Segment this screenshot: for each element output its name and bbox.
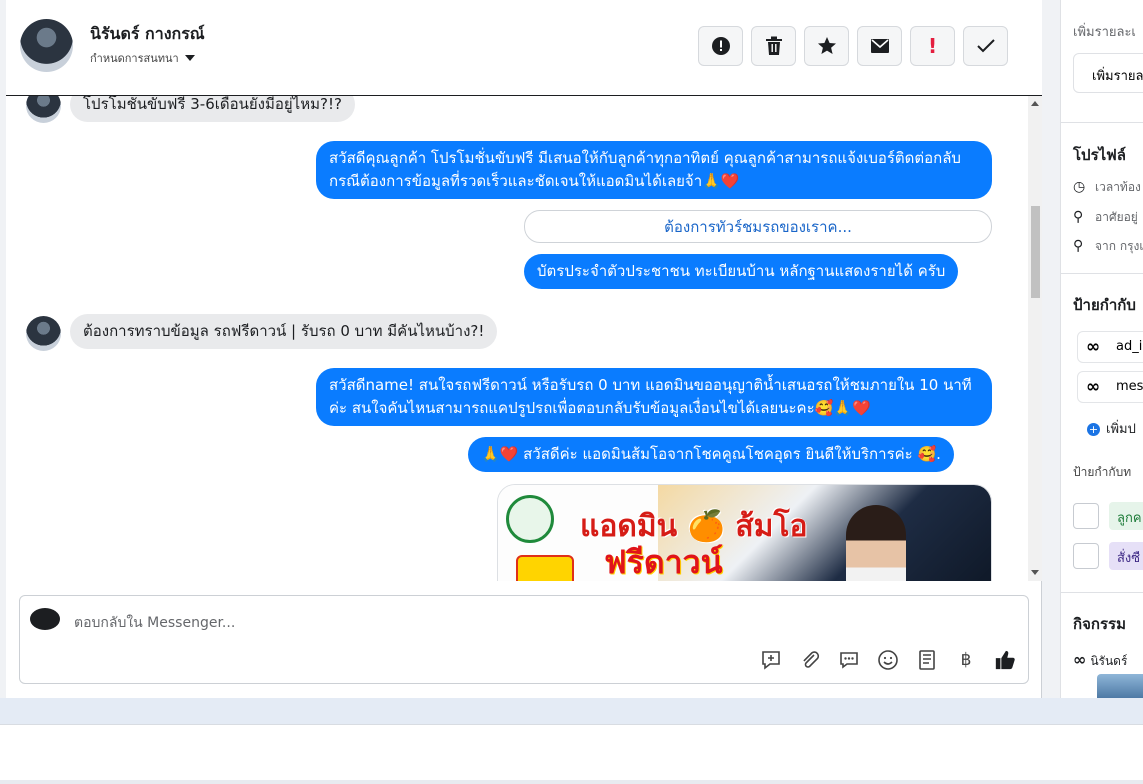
important-icon: !: [927, 34, 938, 58]
local-time-text: เวลาท้อง: [1095, 180, 1141, 194]
divider: [1061, 592, 1143, 593]
delete-button[interactable]: [751, 26, 796, 66]
conversation-header: นิรันดร์ กางกรณ์ กำหนดการสนทนา !: [6, 0, 1042, 96]
from-text: จาก กรุงเ: [1095, 239, 1143, 253]
label-text: ad_i: [1116, 339, 1143, 354]
lives-in-row: ⚲ อาศัยอยู่: [1073, 208, 1138, 227]
from-row: ⚲ จาก กรุงเ: [1073, 237, 1143, 256]
tag-checkbox[interactable]: [1073, 543, 1099, 569]
done-button[interactable]: [963, 26, 1008, 66]
labels-subtitle: ป้ายกำกับท: [1073, 465, 1132, 479]
mail-icon: [870, 39, 889, 53]
activity-row: ∞ นิรันดร์: [1073, 650, 1127, 671]
outgoing-message[interactable]: 🙏❤️ สวัสดีค่ะ แอดมินส้มโอจากโชคคูณโชคอุด…: [468, 437, 954, 472]
quick-reply-button[interactable]: ต้องการทัวร์ชมรถของเราค...: [524, 210, 992, 243]
assign-label: กำหนดการสนทนา: [90, 52, 179, 65]
incoming-message[interactable]: โปรโมชั่นขับฟรี 3-6เดือนยังมีอยู่ไหม?!?: [70, 96, 355, 122]
page: นิรันดร์ กางกรณ์ กำหนดการสนทนา ! โปรโมชั…: [0, 0, 1143, 784]
location-icon: ⚲: [1073, 238, 1084, 254]
add-details-label: เพิ่มรายละเ: [1073, 25, 1136, 40]
contact-name[interactable]: นิรันดร์ กางกรณ์: [90, 22, 205, 47]
footer-band: [0, 698, 1143, 724]
footer-edge: [0, 780, 1143, 784]
ad-badge: [516, 555, 574, 581]
trash-icon: [765, 36, 782, 55]
like-icon[interactable]: [994, 649, 1016, 671]
scroll-up-icon[interactable]: [1031, 101, 1039, 106]
contact-avatar-small: [26, 316, 61, 351]
dealer-logo: [506, 495, 554, 543]
meta-icon: ∞: [1086, 337, 1101, 357]
label-chip[interactable]: ∞ ad_i: [1077, 331, 1143, 363]
baht-icon[interactable]: ฿: [955, 649, 977, 671]
location-icon: ⚲: [1073, 209, 1084, 225]
star-icon: [817, 37, 836, 54]
template-icon[interactable]: [916, 649, 938, 671]
emoji-icon[interactable]: [877, 649, 899, 671]
assign-conversation-dropdown[interactable]: กำหนดการสนทนา: [90, 49, 195, 67]
tag-checkbox[interactable]: [1073, 503, 1099, 529]
add-label-text: เพิ่มป: [1106, 422, 1136, 437]
star-button[interactable]: [804, 26, 849, 66]
outgoing-message[interactable]: บัตรประจำตัวประชาชน ทะเบียนบ้าน หลักฐานแ…: [524, 254, 959, 289]
add-reply-icon[interactable]: [760, 649, 782, 671]
saved-replies-icon[interactable]: [838, 649, 860, 671]
ad-subtitle: ฟรีดาวน์: [604, 543, 723, 581]
contact-avatar-small: [26, 96, 61, 123]
page-avatar: [30, 608, 60, 630]
add-details-button[interactable]: เพิ่มรายล: [1073, 53, 1143, 93]
report-button[interactable]: [698, 26, 743, 66]
add-label-button[interactable]: + เพิ่มป: [1087, 418, 1136, 439]
divider: [1061, 273, 1143, 274]
tag-label[interactable]: ลูกค: [1109, 502, 1143, 530]
composer-toolbar: ฿: [760, 649, 1016, 671]
reply-input[interactable]: ตอบกลับใน Messenger...: [74, 612, 235, 634]
label-text: mes: [1116, 379, 1143, 394]
incoming-message[interactable]: ต้องการทราบข้อมูล รถฟรีดาวน์ | รับรถ 0 บ…: [70, 314, 498, 349]
plus-icon: +: [1087, 423, 1100, 436]
ad-image-message[interactable]: แอดมิน 🍊 ส้มโอ ฟรีดาวน์: [497, 484, 992, 581]
activity-thumbnail[interactable]: [1097, 674, 1143, 698]
outgoing-message[interactable]: สวัสดีคุณลูกค้า โปรโมชั่นขับฟรี มีเสนอให…: [316, 141, 992, 199]
footer-area: [0, 724, 1143, 784]
attach-icon[interactable]: [799, 649, 821, 671]
details-sidebar: เพิ่มรายละเ เพิ่มรายล โปรไฟล์ ◷ เวลาท้อง …: [1060, 0, 1143, 698]
divider: [1061, 122, 1143, 123]
scroll-down-icon[interactable]: [1031, 570, 1039, 575]
reply-composer[interactable]: ตอบกลับใน Messenger... ฿: [19, 595, 1029, 684]
mark-unread-button[interactable]: [857, 26, 902, 66]
message-scrollbar[interactable]: [1028, 96, 1042, 581]
profile-title: โปรไฟล์: [1073, 146, 1126, 164]
contact-avatar[interactable]: [20, 19, 73, 72]
activity-name: นิรันดร์: [1090, 654, 1128, 668]
message-list: โปรโมชั่นขับฟรี 3-6เดือนยังมีอยู่ไหม?!? …: [6, 96, 1029, 581]
labels-title: ป้ายกำกับ: [1073, 296, 1136, 314]
caret-down-icon: [184, 55, 195, 61]
conversation-panel: นิรันดร์ กางกรณ์ กำหนดการสนทนา ! โปรโมชั…: [6, 0, 1042, 698]
tag-label[interactable]: สั่งซื: [1109, 542, 1143, 570]
clock-icon: ◷: [1073, 179, 1086, 195]
mark-important-button[interactable]: !: [910, 26, 955, 66]
lives-in-text: อาศัยอยู่: [1095, 210, 1138, 224]
check-icon: [976, 39, 995, 53]
outgoing-message[interactable]: สวัสดีname! สนใจรถฟรีดาวน์ หรือรับรถ 0 บ…: [316, 368, 992, 426]
ad-person-image: [846, 505, 906, 581]
label-chip[interactable]: ∞ mes: [1077, 371, 1143, 403]
meta-icon: ∞: [1086, 377, 1101, 397]
report-icon: [711, 37, 730, 55]
activity-title: กิจกรรม: [1073, 615, 1126, 633]
meta-icon: ∞: [1073, 650, 1087, 669]
scrollbar-thumb[interactable]: [1031, 206, 1040, 298]
header-actions: !: [698, 26, 1008, 66]
local-time-row: ◷ เวลาท้อง: [1073, 178, 1141, 197]
